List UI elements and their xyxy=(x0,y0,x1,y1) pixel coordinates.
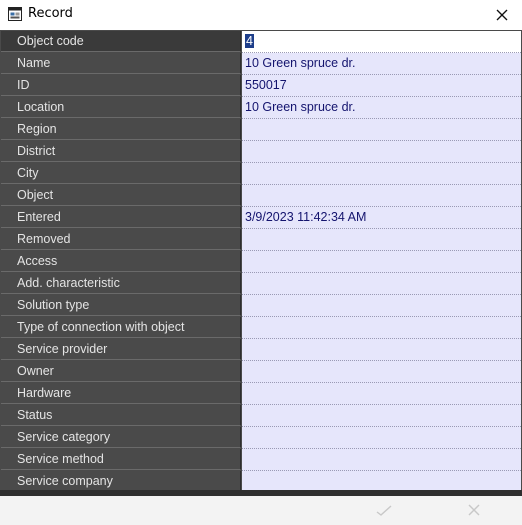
window-title: Record xyxy=(28,6,73,21)
row-value[interactable] xyxy=(242,119,521,141)
row-value[interactable] xyxy=(242,273,521,295)
row-value[interactable]: 10 Green spruce dr. xyxy=(242,97,521,119)
grid-row[interactable]: Object xyxy=(1,185,521,207)
row-label: Object code xyxy=(1,31,241,52)
grid-row[interactable]: Removed xyxy=(1,229,521,251)
grid-row[interactable]: Owner xyxy=(1,361,521,383)
title-bar[interactable]: Record xyxy=(0,0,522,30)
cancel-button[interactable] xyxy=(462,500,486,520)
row-label: Owner xyxy=(1,361,241,382)
cancel-icon xyxy=(468,504,480,516)
row-value-editor[interactable]: 4 xyxy=(242,31,521,53)
grid-row[interactable]: Location 10 Green spruce dr. xyxy=(1,97,521,119)
row-label: Object xyxy=(1,185,241,206)
grid-row[interactable]: City xyxy=(1,163,521,185)
row-value[interactable] xyxy=(242,427,521,449)
row-label: Service category xyxy=(1,427,241,448)
row-label: Entered xyxy=(1,207,241,228)
close-button[interactable] xyxy=(482,0,522,30)
grid-row[interactable]: Add. characteristic xyxy=(1,273,521,295)
grid-row[interactable]: Access xyxy=(1,251,521,273)
grid-row[interactable]: District xyxy=(1,141,521,163)
row-value[interactable]: 10 Green spruce dr. xyxy=(242,53,521,75)
row-value[interactable]: 3/9/2023 11:42:34 AM xyxy=(242,207,521,229)
row-label: City xyxy=(1,163,241,184)
row-label: District xyxy=(1,141,241,162)
row-label: Type of connection with object xyxy=(1,317,241,338)
grid-row[interactable]: Hardware xyxy=(1,383,521,405)
grid-row[interactable]: ID 550017 xyxy=(1,75,521,97)
grid-row[interactable]: Service category xyxy=(1,427,521,449)
row-value[interactable] xyxy=(242,339,521,361)
row-label: Hardware xyxy=(1,383,241,404)
grid-row[interactable]: Type of connection with object xyxy=(1,317,521,339)
grid-row[interactable]: Region xyxy=(1,119,521,141)
row-label: Region xyxy=(1,119,241,140)
selected-text[interactable]: 4 xyxy=(245,34,254,48)
row-value[interactable] xyxy=(242,405,521,427)
checkmark-icon xyxy=(376,505,392,516)
footer-toolbar xyxy=(0,496,522,525)
row-label: Add. characteristic xyxy=(1,273,241,294)
grid-row[interactable]: Entered 3/9/2023 11:42:34 AM xyxy=(1,207,521,229)
row-value[interactable] xyxy=(242,295,521,317)
row-label: ID xyxy=(1,75,241,96)
row-label: Access xyxy=(1,251,241,272)
record-app-icon xyxy=(8,7,22,21)
row-value[interactable] xyxy=(242,163,521,185)
row-label: Name xyxy=(1,53,241,74)
row-label: Solution type xyxy=(1,295,241,316)
property-grid-area: Object code 4 Name 10 Green spruce dr. ID 550… xyxy=(0,30,522,493)
row-value[interactable] xyxy=(242,383,521,405)
row-value[interactable]: 550017 xyxy=(242,75,521,97)
grid-row[interactable]: Status xyxy=(1,405,521,427)
row-label: Removed xyxy=(1,229,241,250)
row-value[interactable] xyxy=(242,141,521,163)
grid-row[interactable]: Service method xyxy=(1,449,521,471)
row-label: Location xyxy=(1,97,241,118)
row-value[interactable] xyxy=(242,229,521,251)
grid-row[interactable]: Service provider xyxy=(1,339,521,361)
row-value[interactable] xyxy=(242,251,521,273)
confirm-button[interactable] xyxy=(372,500,396,520)
row-value[interactable] xyxy=(242,361,521,383)
row-label: Status xyxy=(1,405,241,426)
grid-row[interactable]: Object code 4 xyxy=(1,31,521,53)
close-icon xyxy=(496,9,508,21)
row-value[interactable] xyxy=(242,449,521,471)
row-value[interactable] xyxy=(242,185,521,207)
grid-row[interactable]: Name 10 Green spruce dr. xyxy=(1,53,521,75)
row-label: Service provider xyxy=(1,339,241,360)
property-grid: Object code 4 Name 10 Green spruce dr. ID 550… xyxy=(1,31,521,493)
grid-row[interactable]: Solution type xyxy=(1,295,521,317)
row-label: Service method xyxy=(1,449,241,470)
row-label: Service company xyxy=(1,471,241,492)
record-window: Record Object code 4 Name 10 Green spruce d… xyxy=(0,0,522,525)
row-value[interactable] xyxy=(242,317,521,339)
